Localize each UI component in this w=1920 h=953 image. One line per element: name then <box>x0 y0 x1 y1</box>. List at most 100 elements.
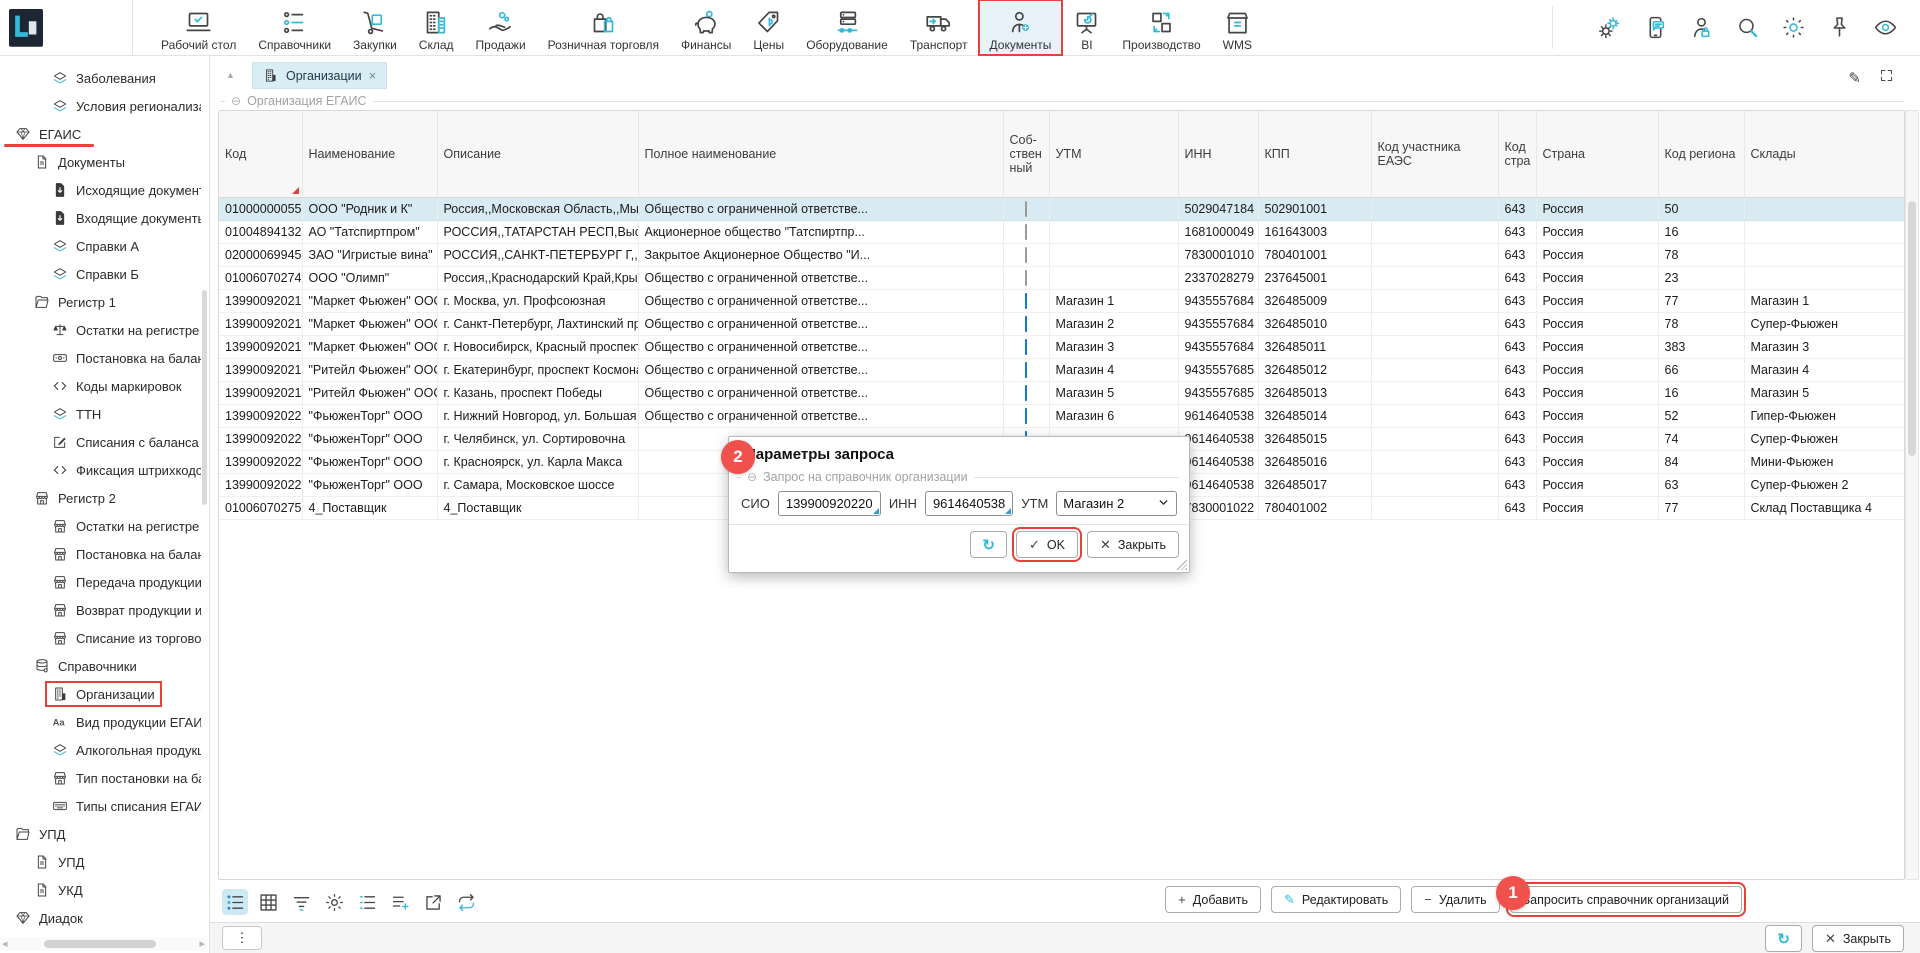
tree-item[interactable]: Передача продукции в тор <box>0 568 201 596</box>
nav-item[interactable]: Розничная торговля <box>537 0 670 55</box>
tree-item[interactable]: Справки А <box>0 232 201 260</box>
pin-icon[interactable] <box>1827 15 1852 40</box>
table-row[interactable]: 139900920215"Маркет Фьюжен" ОООг. Москва… <box>219 289 1905 312</box>
tree-item[interactable]: Постановка на баланс <box>0 344 201 372</box>
tree-item[interactable]: ЕГАИС <box>0 120 201 148</box>
collapse-groupbox-icon[interactable]: ⊖ <box>747 471 757 483</box>
column-header[interactable]: КПП <box>1258 111 1371 197</box>
tree-item[interactable]: Диадок <box>0 904 201 932</box>
nav-item[interactable]: Цены <box>742 0 795 55</box>
edit-pencil-icon[interactable]: ✎ <box>1848 69 1861 87</box>
tree-item[interactable]: Типы списания ЕГАИС <box>0 792 201 820</box>
tree-item[interactable]: УКД <box>0 876 201 904</box>
gear-icon[interactable] <box>321 889 347 915</box>
own-checkbox[interactable] <box>1025 201 1027 217</box>
own-checkbox[interactable] <box>1025 362 1027 378</box>
tree-item[interactable]: УПД <box>0 848 201 876</box>
column-header[interactable]: ИНН <box>1178 111 1258 197</box>
column-header[interactable]: Склады <box>1744 111 1905 197</box>
ok-button[interactable]: ✓ OK <box>1016 531 1078 558</box>
sidebar-vertical-scrollbar[interactable] <box>202 290 207 505</box>
table-row[interactable]: 139900920217"Маркет Фьюжен" ОООг. Новоси… <box>219 335 1905 358</box>
close-view-button[interactable]: ✕ Закрыть <box>1812 925 1904 952</box>
dialog-refresh-button[interactable]: ↻ <box>970 531 1007 558</box>
column-header[interactable]: Код <box>219 111 302 197</box>
own-checkbox[interactable] <box>1025 316 1027 332</box>
column-header[interactable]: Описание <box>437 111 638 197</box>
table-row[interactable]: 010048941324АО "Татспиртпром"РОССИЯ,,ТАТ… <box>219 220 1905 243</box>
own-checkbox[interactable] <box>1025 224 1027 240</box>
sio-input[interactable]: 139900920220 <box>778 491 881 516</box>
view-list-icon[interactable] <box>222 889 248 915</box>
request-org-directory-button[interactable]: Запросить справочник организаций <box>1510 886 1742 913</box>
own-checkbox[interactable] <box>1025 339 1027 355</box>
view-grid-icon[interactable] <box>255 889 281 915</box>
search-icon[interactable] <box>1735 15 1760 40</box>
collapse-groupbox-icon[interactable]: ⊖ <box>231 95 241 107</box>
column-header[interactable]: Наименование <box>302 111 437 197</box>
inn-input[interactable]: 9614640538 <box>925 491 1013 516</box>
tab-close-icon[interactable]: × <box>369 69 377 82</box>
own-checkbox[interactable] <box>1025 270 1027 286</box>
tree-item[interactable]: Остатки на регистре 1 <box>0 316 201 344</box>
own-checkbox[interactable] <box>1025 293 1027 309</box>
nav-item[interactable]: Документы <box>979 0 1063 55</box>
collapse-tabs-icon[interactable]: ▲ <box>226 70 235 80</box>
table-row[interactable]: 010060702740ООО "Олимп"Россия,,Краснодар… <box>219 266 1905 289</box>
tree-item[interactable]: Постановка на баланс в тор <box>0 540 201 568</box>
nav-item[interactable]: Закупки <box>342 0 408 55</box>
more-menu-button[interactable]: ⋮ <box>222 926 262 950</box>
dialog-close-button[interactable]: ✕ Закрыть <box>1087 531 1179 558</box>
tree-item[interactable]: Заболевания <box>0 64 201 92</box>
table-row[interactable]: 139900920219"Ритейл Фьюжен" ОООг. Казань… <box>219 381 1905 404</box>
settings-icon[interactable] <box>1597 15 1622 40</box>
tree-item[interactable]: Возврат продукции из торг <box>0 596 201 624</box>
repeat-icon[interactable] <box>453 889 479 915</box>
tree-item[interactable]: УПД <box>0 820 201 848</box>
tree-item[interactable]: Тип постановки на баланс <box>0 764 201 792</box>
table-vertical-scrollbar[interactable] <box>1905 110 1919 880</box>
tree-item[interactable]: Регистр 2 <box>0 484 201 512</box>
table-row[interactable]: 139900920218"Ритейл Фьюжен" ОООг. Екатер… <box>219 358 1905 381</box>
scroll-right-icon[interactable]: ▸ <box>199 937 205 951</box>
table-row[interactable]: 139900920220"ФьюженТорг" ОООг. Нижний Но… <box>219 404 1905 427</box>
tree-item[interactable]: Фиксация штрихкодов на б <box>0 456 201 484</box>
refresh-button[interactable]: ↻ <box>1765 925 1802 952</box>
column-header[interactable]: УТМ <box>1049 111 1178 197</box>
tree-item[interactable]: Списания с баланса <box>0 428 201 456</box>
tree-item[interactable]: Справочники <box>0 652 201 680</box>
nav-item[interactable]: Рабочий стол <box>150 0 247 55</box>
filter-icon[interactable] <box>288 889 314 915</box>
utm-select[interactable]: Магазин 2 <box>1056 491 1177 516</box>
tree-item[interactable]: Коды маркировок <box>0 372 201 400</box>
column-header[interactable]: Соб-ствен ный <box>1003 111 1049 197</box>
table-row[interactable]: 020000699457ЗАО "Игристые вина"РОССИЯ,,С… <box>219 243 1905 266</box>
nav-item[interactable]: BI <box>1062 0 1111 55</box>
nav-item[interactable]: Транспорт <box>899 0 979 55</box>
tree-item[interactable]: Входящие документы <box>0 204 201 232</box>
add-button[interactable]: + Добавить <box>1165 886 1261 913</box>
tab-organizations[interactable]: Организации × <box>252 62 387 89</box>
own-checkbox[interactable] <box>1025 408 1027 424</box>
tree-item[interactable]: Организации <box>0 680 201 708</box>
table-row[interactable]: 139900920216"Маркет Фьюжен" ОООг. Санкт-… <box>219 312 1905 335</box>
tree-item[interactable]: Списание из торгового зал <box>0 624 201 652</box>
tree-item[interactable]: Справки Б <box>0 260 201 288</box>
column-header[interactable]: Страна <box>1536 111 1658 197</box>
tree-item[interactable]: Документы <box>0 148 201 176</box>
column-header[interactable]: Код региона <box>1658 111 1744 197</box>
scroll-left-icon[interactable]: ◂ <box>2 937 8 951</box>
edit-button[interactable]: ✎ Редактировать <box>1271 886 1401 913</box>
open-external-icon[interactable] <box>420 889 446 915</box>
nav-item[interactable]: Склад <box>408 0 465 55</box>
support-chat-icon[interactable] <box>1643 15 1668 40</box>
expand-icon[interactable] <box>1879 68 1894 88</box>
tree-item[interactable]: Условия регионализации <box>0 92 201 120</box>
own-checkbox[interactable] <box>1025 385 1027 401</box>
column-header[interactable]: Код участника ЕАЭС <box>1371 111 1498 197</box>
nav-item[interactable]: Справочники <box>247 0 342 55</box>
brightness-icon[interactable] <box>1781 15 1806 40</box>
tree-item[interactable]: ТТН <box>0 400 201 428</box>
user-lock-icon[interactable] <box>1689 15 1714 40</box>
column-header[interactable]: Полное наименование <box>638 111 1003 197</box>
